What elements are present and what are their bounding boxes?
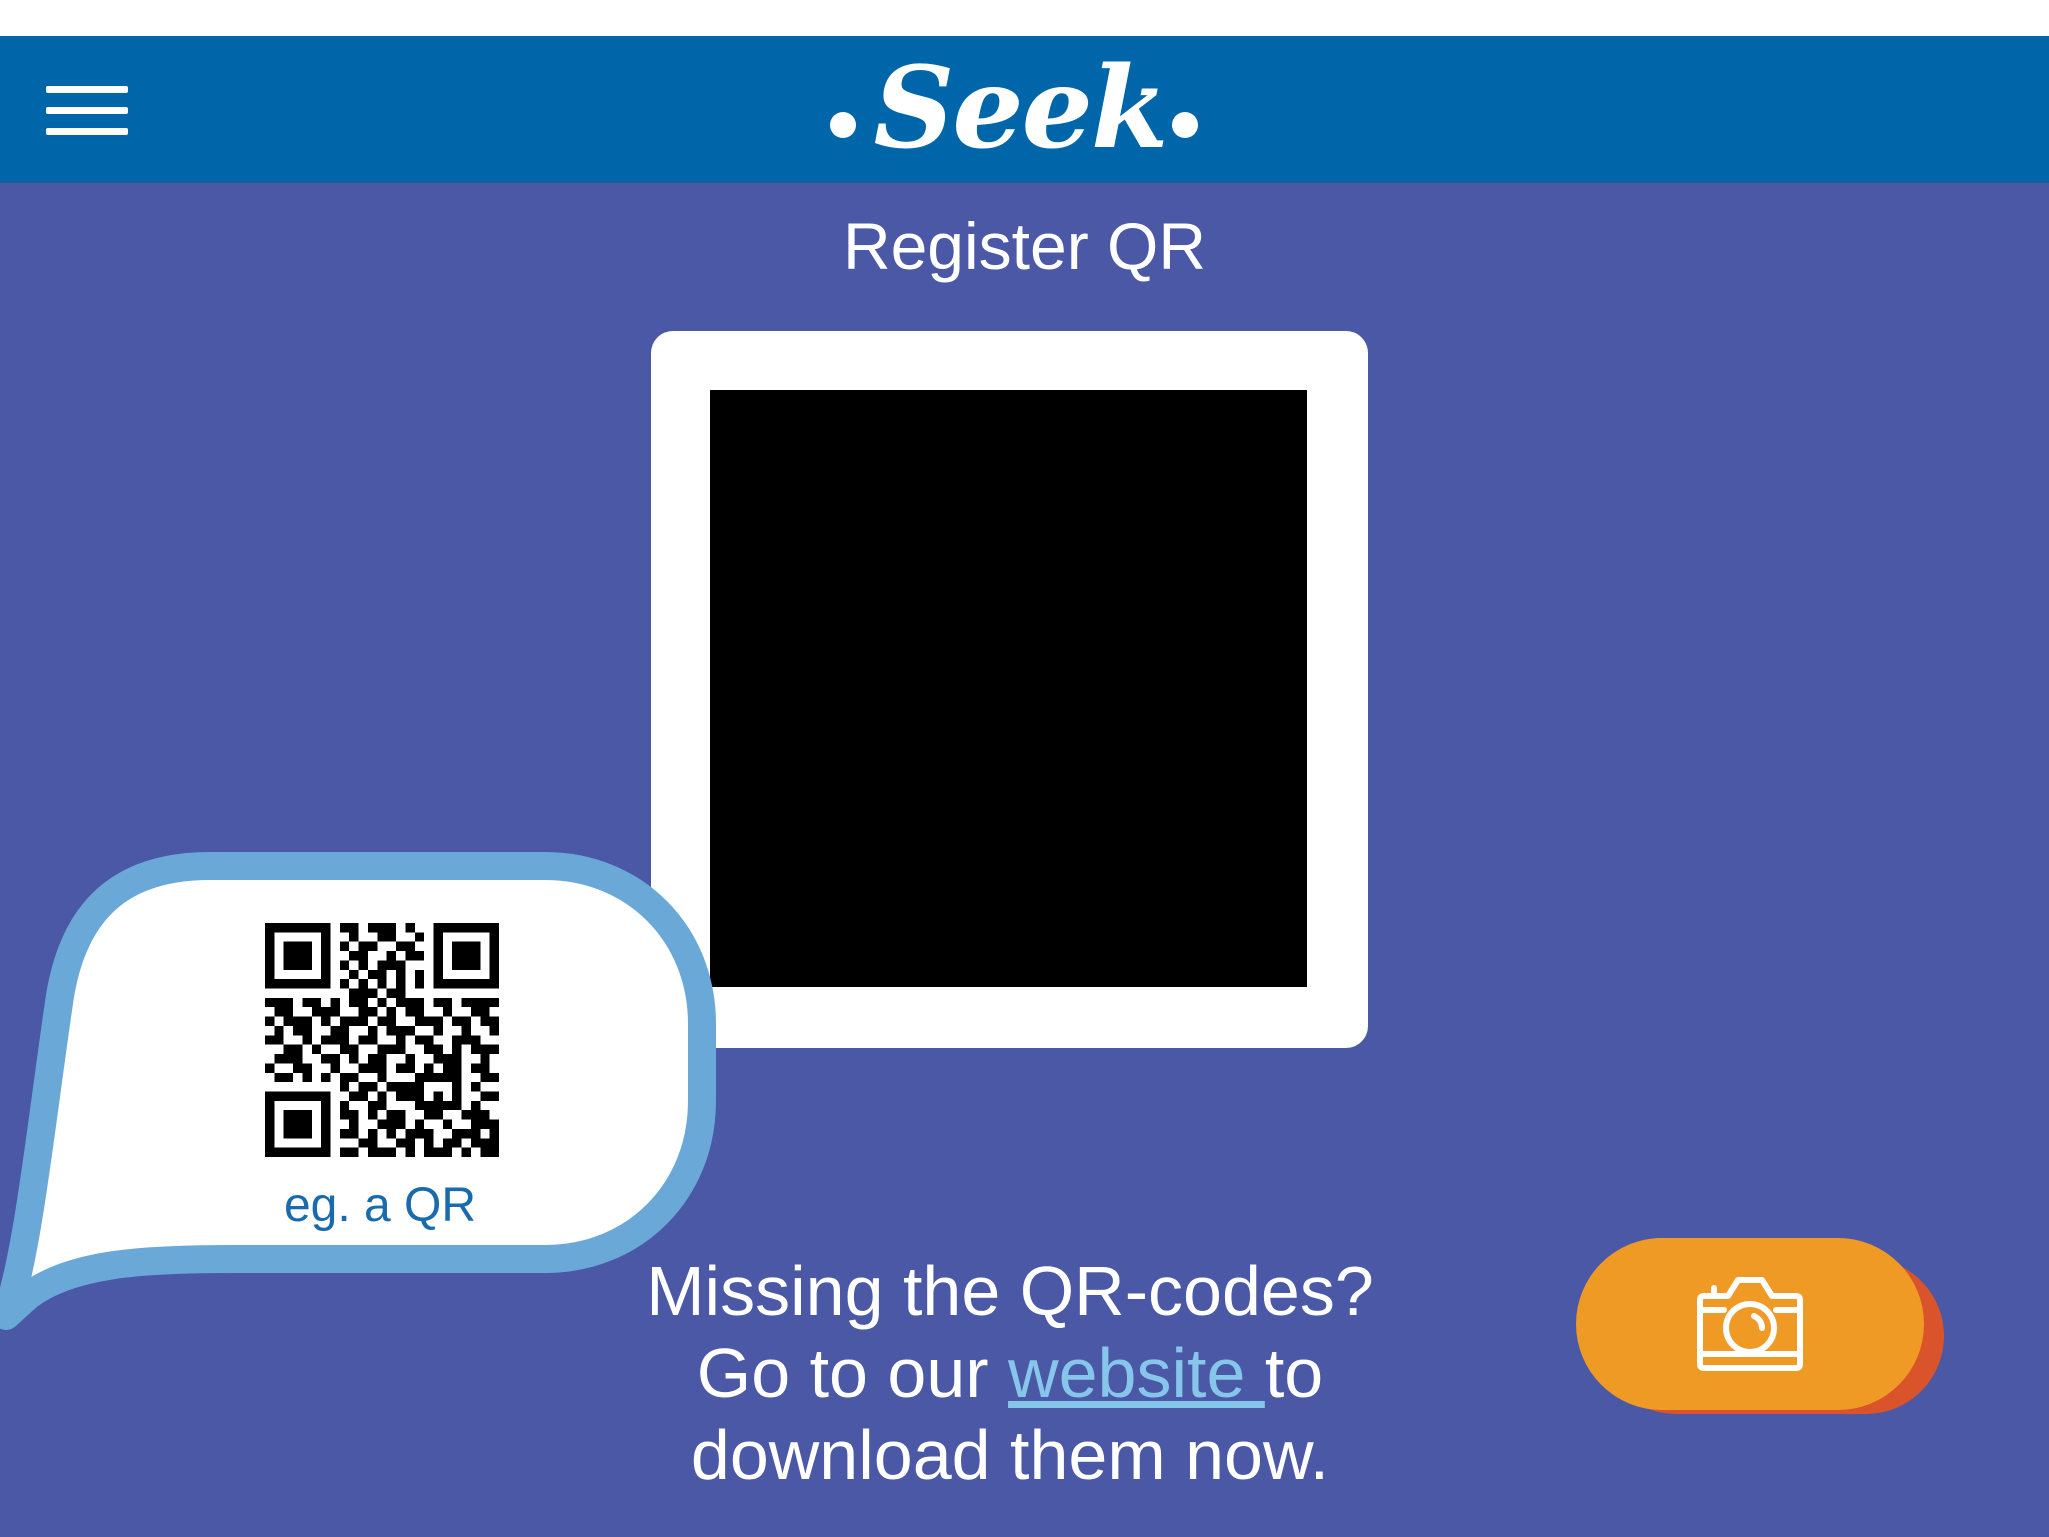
logo-dot-right bbox=[1172, 112, 1198, 138]
camera-icon bbox=[1697, 1277, 1803, 1371]
website-link[interactable]: website bbox=[1008, 1334, 1265, 1412]
app-logo: Seek bbox=[820, 44, 1220, 174]
logo-text: Seek bbox=[873, 43, 1169, 174]
top-bar: Seek bbox=[0, 36, 2049, 183]
capture-button-face bbox=[1576, 1238, 1924, 1410]
message-line-2-start: Go to our bbox=[696, 1334, 1009, 1412]
message-line-1: Missing the QR-codes? bbox=[646, 1252, 1374, 1330]
camera-viewfinder bbox=[651, 331, 1368, 1048]
app-screen: Seek Register QR eg. a QR Missing the QR… bbox=[0, 36, 2049, 1537]
example-caption: eg. a QR bbox=[283, 1179, 477, 1232]
message-line-2-end: to bbox=[1264, 1334, 1324, 1412]
qr-code-icon bbox=[265, 923, 499, 1157]
page-title: Register QR bbox=[842, 209, 1207, 283]
message-line-2: Go to our website to bbox=[560, 1332, 1460, 1414]
missing-qr-message: Missing the QR-codes? Go to our website … bbox=[560, 1250, 1460, 1496]
capture-button[interactable] bbox=[1576, 1238, 1944, 1414]
menu-button[interactable] bbox=[40, 80, 130, 142]
message-line-3: download them now. bbox=[690, 1416, 1330, 1494]
camera-preview bbox=[710, 390, 1307, 987]
